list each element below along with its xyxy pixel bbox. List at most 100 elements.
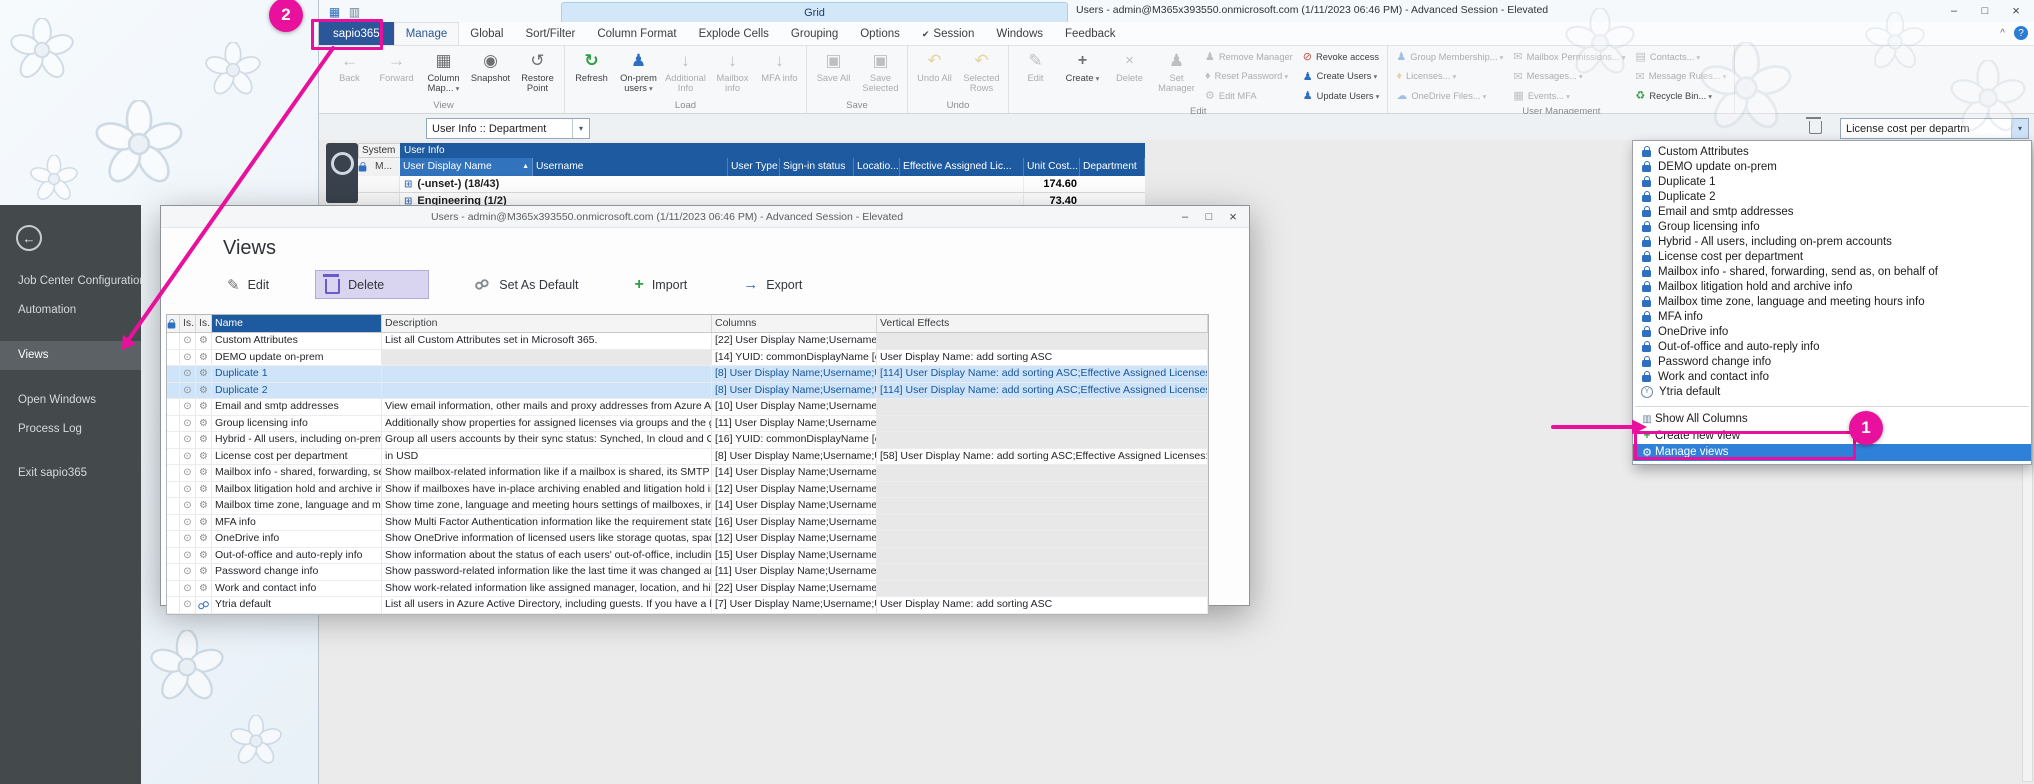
sidebar-item[interactable]: Process Log [0,415,141,444]
dialog-toolbar-button[interactable]: Export [733,271,812,298]
ribbon-button[interactable]: Mailbox info [709,47,756,93]
grid-column-header[interactable]: Sign-in status [780,158,854,176]
sidebar-item[interactable]: Open Windows [0,386,141,415]
minimize-icon[interactable] [1173,209,1197,224]
ribbon-button[interactable]: Delete [1106,47,1153,83]
ribbon-button[interactable]: Forward [373,47,420,83]
ribbon-button[interactable]: Create Users [1298,67,1385,87]
ribbon-tab[interactable]: Column Format [586,22,687,45]
close-icon[interactable] [1221,209,1245,224]
lock-column-header[interactable] [358,158,372,176]
view-dropdown-item[interactable]: Group licensing info [1633,219,2031,234]
view-dropdown-item[interactable]: Work and contact info [1633,369,2031,384]
back-button[interactable] [16,225,42,251]
table-row[interactable]: DEMO update on-prem [14] YUID: commonDis… [167,350,1208,367]
ribbon-button[interactable]: Update Users [1298,86,1385,106]
ribbon-tab[interactable]: Windows [985,22,1054,45]
view-dropdown-item[interactable]: MFA info [1633,309,2031,324]
dialog-toolbar-button[interactable]: Set As Default [465,273,588,297]
table-column-header[interactable]: Is... [196,315,212,332]
view-dropdown-item[interactable]: Mailbox litigation hold and archive info [1633,279,2031,294]
table-row[interactable]: Work and contact info Show work-related … [167,581,1208,598]
table-row[interactable]: MFA info Show Multi Factor Authenticatio… [167,515,1208,532]
ribbon-button[interactable]: Message Rules... [1631,67,1732,87]
grid-column-header[interactable]: Effective Assigned Lic... [900,158,1024,176]
view-dropdown-item[interactable]: License cost per department [1633,249,2031,264]
table-row[interactable]: OneDrive info Show OneDrive information … [167,531,1208,548]
table-column-header[interactable]: Name [212,315,382,332]
ribbon-button[interactable]: Create [1059,47,1106,83]
view-dropdown-item[interactable]: Custom Attributes [1633,144,2031,159]
table-column-header[interactable]: Description [382,315,712,332]
grid-column-header[interactable]: M... [372,158,400,176]
ribbon-button[interactable]: Edit [1012,47,1059,83]
table-row[interactable]: Duplicate 2 [8] User Display Name;Userna… [167,383,1208,400]
expand-icon[interactable] [400,178,417,190]
table-row[interactable]: Mailbox time zone, language and meeti Sh… [167,498,1208,515]
sidebar-item[interactable]: Exit sapio365 [0,459,141,488]
ribbon-button[interactable]: Refresh [568,47,615,83]
ribbon-button[interactable]: Revoke access [1298,47,1385,67]
table-column-header[interactable]: Vertical Effects [877,315,1208,332]
ribbon-button[interactable]: Mailbox Permissions... [1508,47,1630,67]
view-dropdown-item[interactable]: Out-of-office and auto-reply info [1633,339,2031,354]
ribbon-tab[interactable]: Manage [394,22,460,45]
ribbon-button[interactable]: Recycle Bin... [1631,86,1732,106]
table-row[interactable]: License cost per department in USD [8] U… [167,449,1208,466]
grid-column-header[interactable]: User Display Name [400,158,533,176]
ribbon-button[interactable]: Restore Point [514,47,561,93]
table-column-header[interactable]: Columns [712,315,877,332]
ribbon-button[interactable]: Group Membership... [1391,47,1508,67]
view-dropdown-item[interactable]: Hybrid - All users, including on-prem ac… [1633,234,2031,249]
ribbon-button[interactable]: Column Map... [420,47,467,93]
views-combo[interactable]: License cost per departm [1840,118,2029,139]
dialog-toolbar-button[interactable]: Import [624,271,697,299]
grid-column-header[interactable]: Locatio... [854,158,900,176]
delete-view-icon[interactable] [1809,121,1822,134]
views-menu-action[interactable]: Show All Columns [1633,411,2031,428]
ribbon-button[interactable]: OneDrive Files... [1391,86,1508,106]
sidebar-item[interactable]: Job Center Configuration [0,267,141,296]
ribbon-tab[interactable]: Global [459,22,514,45]
dialog-toolbar-button[interactable]: Delete [315,270,429,299]
view-dropdown-item[interactable]: Mailbox time zone, language and meeting … [1633,294,2031,309]
view-dropdown-item[interactable]: Password change info [1633,354,2031,369]
ribbon-button[interactable]: Licenses... [1391,67,1508,87]
grid-column-header[interactable]: Username [533,158,728,176]
ribbon-button[interactable]: Undo All [911,47,958,83]
view-dropdown-item[interactable]: Mailbox info - shared, forwarding, send … [1633,264,2031,279]
table-row[interactable]: Mailbox litigation hold and archive info… [167,482,1208,499]
ribbon-button[interactable]: Set Manager [1153,47,1200,93]
grid-column-header[interactable]: User Type [728,158,780,176]
table-row[interactable]: Password change info Show password-relat… [167,564,1208,581]
ribbon-button[interactable]: Events... [1508,86,1630,106]
ribbon-tab[interactable]: Grouping [780,22,849,45]
grid-column-header[interactable]: Unit Cost... [1024,158,1080,176]
collapse-ribbon-icon[interactable] [2000,28,2005,39]
table-row[interactable]: Email and smtp addresses View email info… [167,399,1208,416]
help-icon[interactable] [2014,26,2028,40]
view-dropdown-item[interactable]: OneDrive info [1633,324,2031,339]
sidebar-item[interactable]: Automation [0,296,141,325]
close-icon[interactable] [2004,3,2028,18]
grid-logo-icon[interactable] [326,143,358,203]
ribbon-button[interactable]: Remove Manager [1200,47,1298,67]
ribbon-button[interactable]: Save Selected [857,47,904,93]
ribbon-button[interactable]: Save All [810,47,857,83]
ribbon-button[interactable]: On-prem users [615,47,662,93]
dialog-toolbar-button[interactable]: Edit [217,271,279,299]
ribbon-button[interactable]: Selected Rows [958,47,1005,93]
table-row[interactable]: Duplicate 1 [8] User Display Name;Userna… [167,366,1208,383]
view-dropdown-item[interactable]: Email and smtp addresses [1633,204,2031,219]
ribbon-button[interactable]: Edit MFA [1200,86,1298,106]
restore-icon[interactable] [1197,209,1221,224]
view-dropdown-item[interactable]: Duplicate 2 [1633,189,2031,204]
view-dropdown-item[interactable]: Duplicate 1 [1633,174,2031,189]
restore-icon[interactable] [1973,3,1997,18]
grid-window-tab[interactable]: Grid [561,2,1068,22]
view-filter-combo[interactable]: User Info :: Department [426,118,590,139]
ribbon-tab[interactable]: Sort/Filter [515,22,587,45]
ribbon-button[interactable]: Reset Password [1200,67,1298,87]
grid-column-header[interactable]: Department [1080,158,1145,176]
ribbon-button[interactable]: MFA info [756,47,803,83]
